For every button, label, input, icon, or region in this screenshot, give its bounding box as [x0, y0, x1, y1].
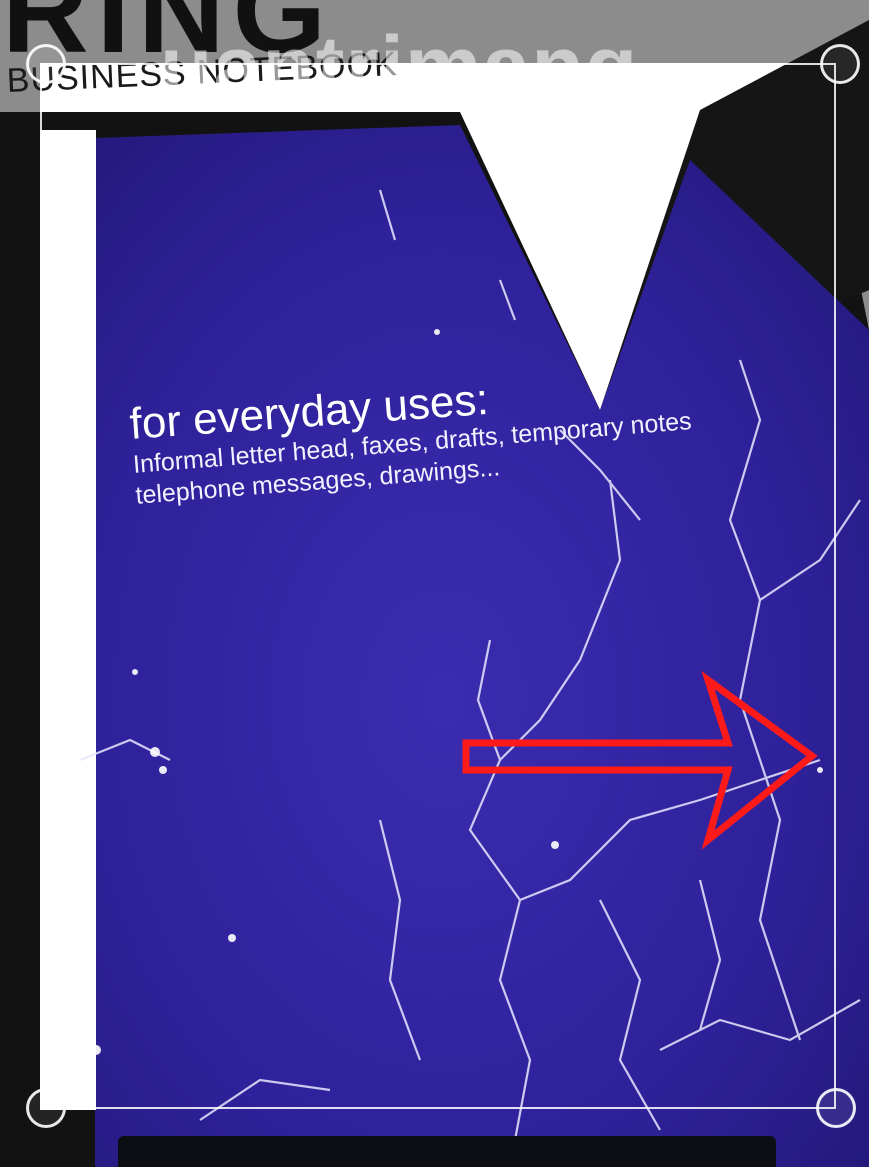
crop-handle-top-right[interactable] — [820, 44, 860, 84]
crop-handle-top-left[interactable] — [26, 44, 66, 84]
bottom-toolbar — [118, 1136, 776, 1167]
crop-handle-bottom-left[interactable] — [26, 1088, 66, 1128]
crop-frame[interactable] — [40, 63, 836, 1109]
crop-handle-bottom-right[interactable] — [816, 1088, 856, 1128]
